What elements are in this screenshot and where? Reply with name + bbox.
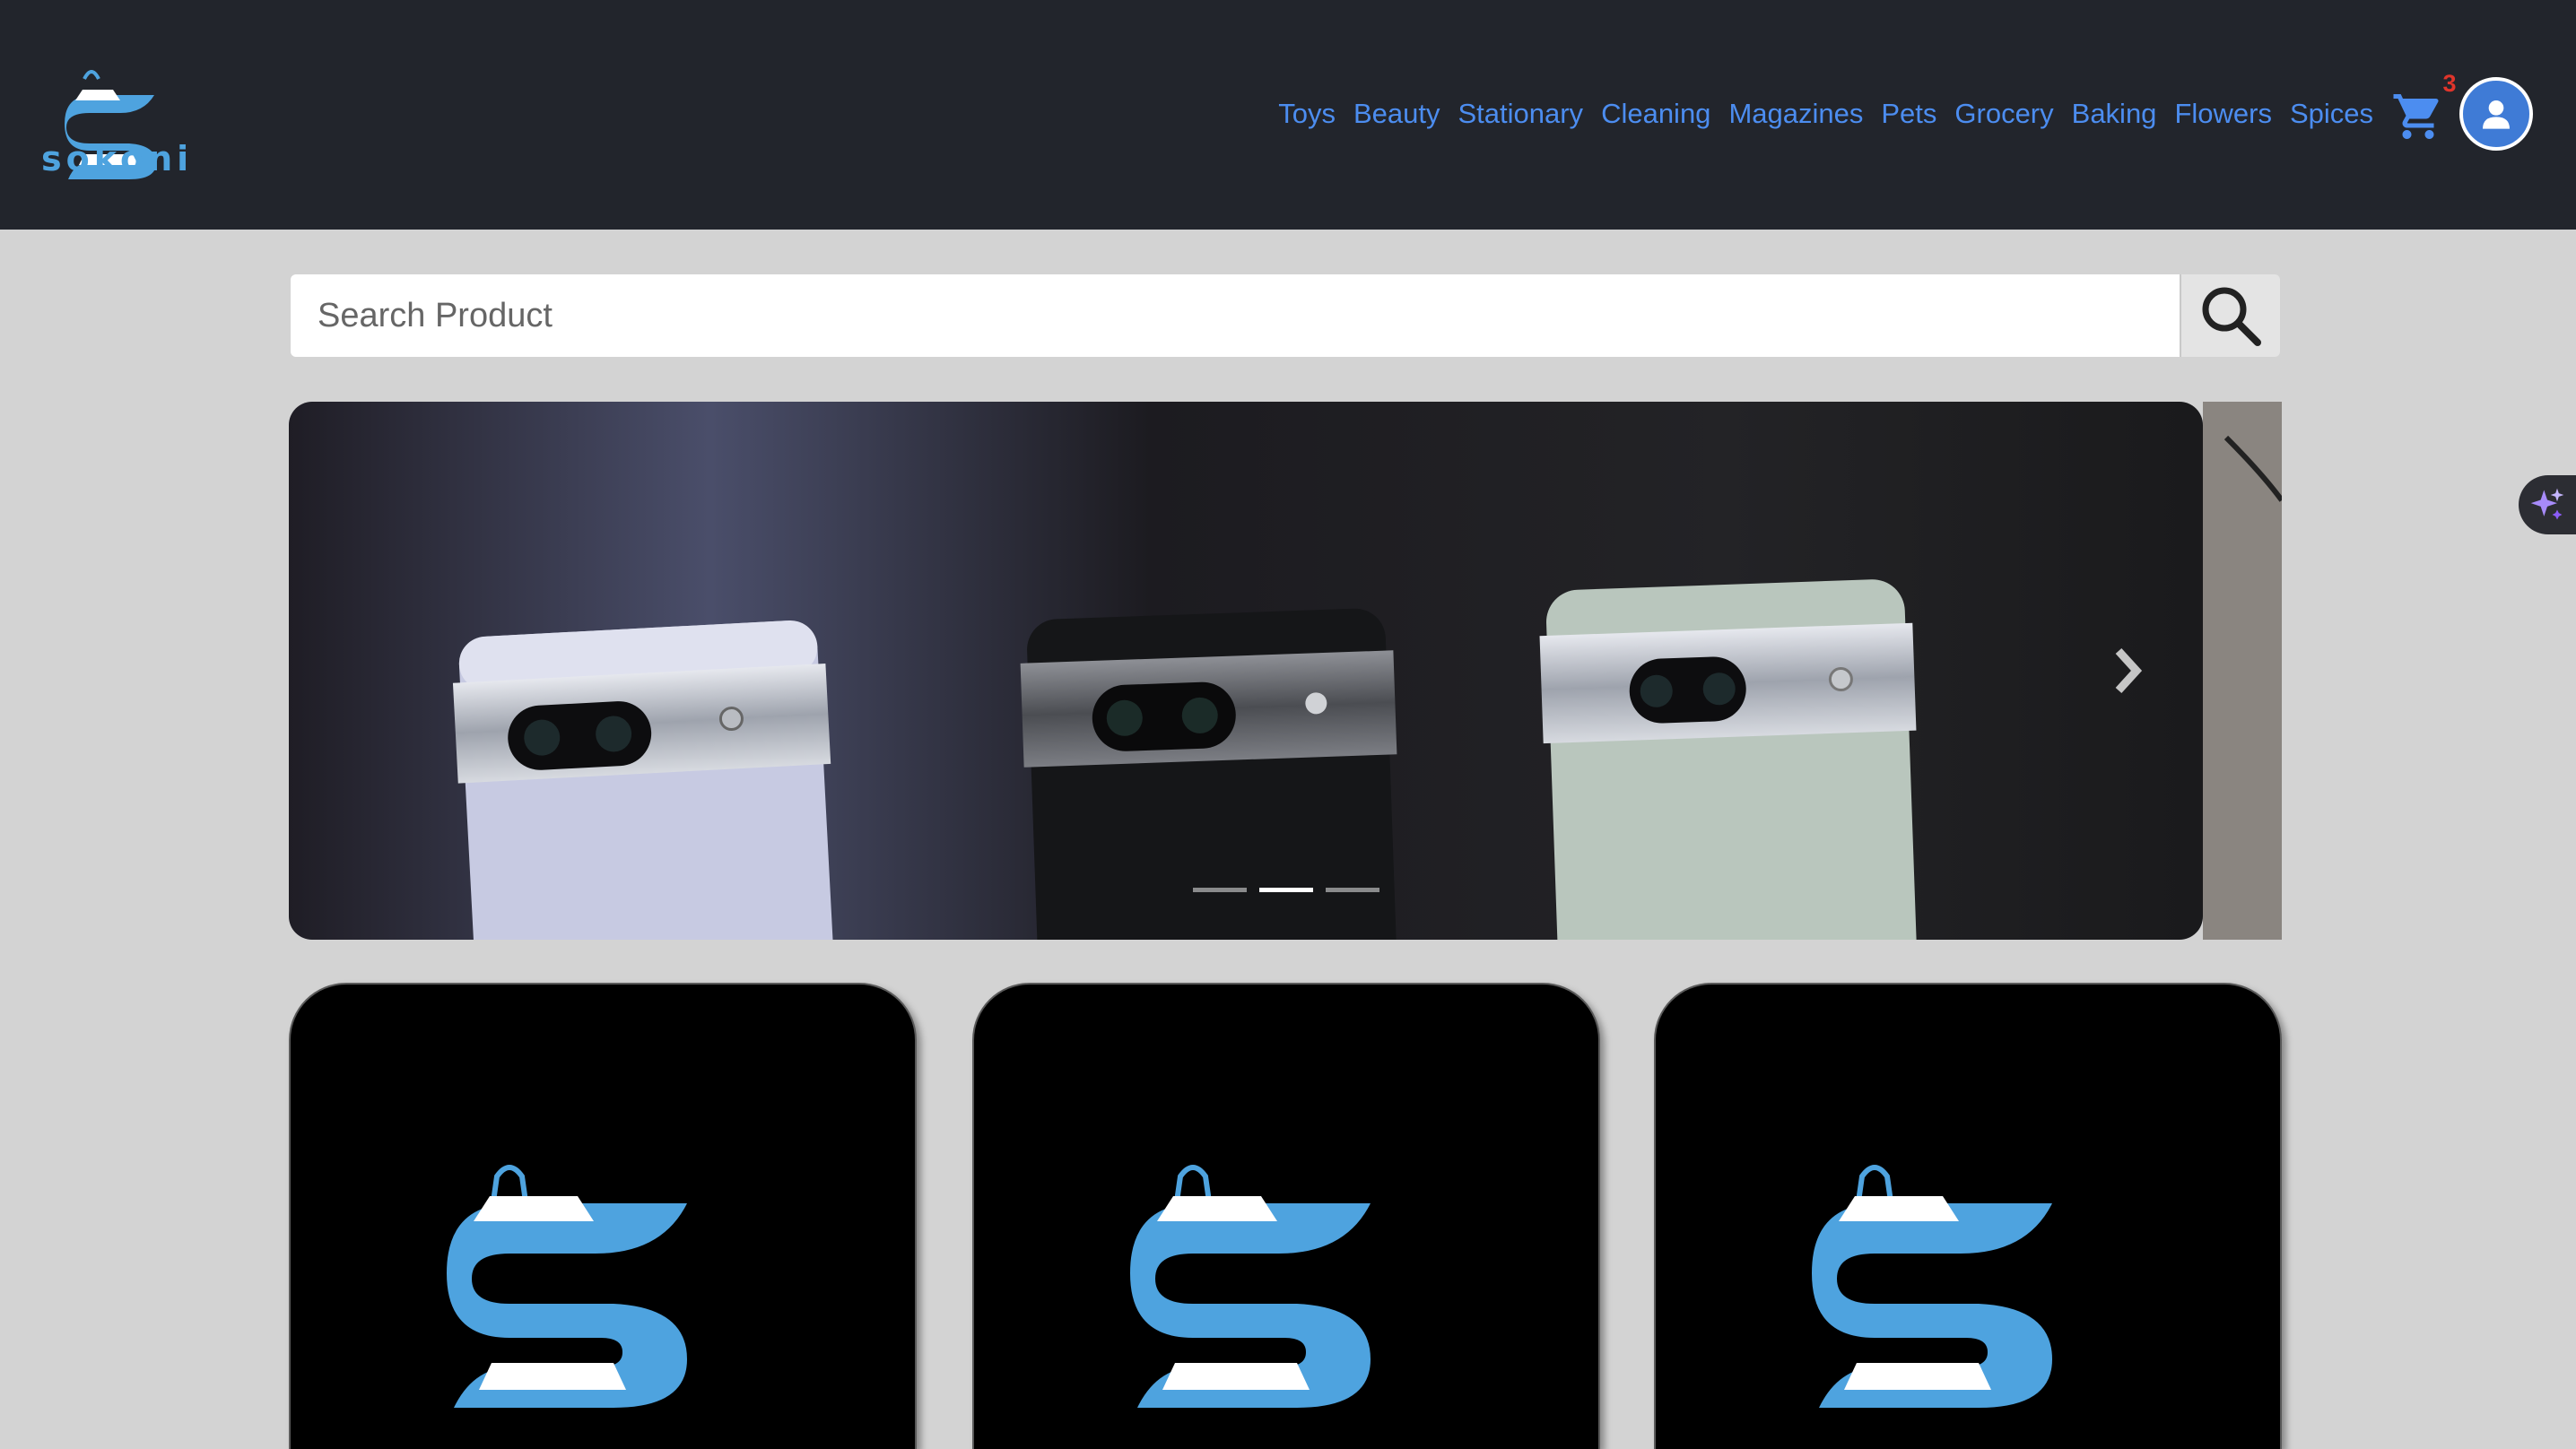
- cart-button[interactable]: [2389, 90, 2447, 143]
- nav-item-pets: Pets: [1881, 90, 1936, 138]
- nav-link-flowers[interactable]: Flowers: [2174, 98, 2272, 129]
- category-nav: Toys Beauty Stationary Cleaning Magazines Pet…: [1278, 90, 2373, 138]
- nav-item-grocery: Grocery: [1954, 90, 2053, 138]
- brand-name: sokoni: [41, 140, 193, 176]
- search-bar: [291, 274, 2280, 357]
- nav-link-pets[interactable]: Pets: [1881, 98, 1936, 129]
- nav-link-baking[interactable]: Baking: [2072, 98, 2157, 129]
- carousel-slide-image: [289, 402, 2282, 940]
- ai-assistant-tab[interactable]: [2519, 475, 2576, 534]
- nav-link-magazines[interactable]: Magazines: [1728, 98, 1863, 129]
- sokoni-logo-icon: [1812, 1165, 2052, 1408]
- nav-link-spices[interactable]: Spices: [2290, 98, 2373, 129]
- nav-link-toys[interactable]: Toys: [1278, 98, 1336, 129]
- hero-carousel: [289, 402, 2282, 940]
- nav-link-beauty[interactable]: Beauty: [1353, 98, 1440, 129]
- brand-logo[interactable]: sokoni: [39, 63, 201, 179]
- search-button[interactable]: [2180, 274, 2280, 357]
- carousel-indicator-1[interactable]: [1193, 888, 1247, 892]
- nav-item-beauty: Beauty: [1353, 90, 1440, 138]
- top-navbar: sokoni Toys Beauty Stationary Cleaning Magaz…: [0, 0, 2576, 230]
- carousel-indicator-3[interactable]: [1326, 888, 1379, 892]
- nav-item-cleaning: Cleaning: [1601, 90, 1710, 138]
- product-card[interactable]: [972, 983, 1600, 1449]
- sokoni-logo-icon: [447, 1165, 687, 1408]
- user-avatar-icon: [2483, 100, 2510, 129]
- carousel-prev-button[interactable]: [289, 608, 305, 733]
- chevron-right-icon: [2115, 647, 2143, 694]
- nav-item-magazines: Magazines: [1728, 90, 1863, 138]
- sparkles-icon: [2530, 488, 2564, 520]
- product-card[interactable]: [1654, 983, 2282, 1449]
- nav-item-stationary: Stationary: [1458, 90, 1583, 138]
- search-input[interactable]: [291, 274, 2180, 357]
- user-avatar-button[interactable]: [2459, 77, 2533, 151]
- carousel-next-button[interactable]: [2074, 608, 2181, 733]
- sokoni-logo-icon: [1130, 1165, 1371, 1408]
- nav-link-stationary[interactable]: Stationary: [1458, 98, 1583, 129]
- nav-item-spices: Spices: [2290, 90, 2373, 138]
- nav-link-grocery[interactable]: Grocery: [1954, 98, 2053, 129]
- carousel-indicators: [1193, 888, 1379, 892]
- nav-item-flowers: Flowers: [2174, 90, 2272, 138]
- cart-count-badge: 3: [2442, 70, 2457, 97]
- product-card[interactable]: [289, 983, 917, 1449]
- nav-item-baking: Baking: [2072, 90, 2157, 138]
- carousel-indicator-2[interactable]: [1259, 888, 1313, 892]
- shopping-cart-icon: [2393, 94, 2439, 139]
- nav-item-toys: Toys: [1278, 90, 1336, 138]
- search-icon: [2202, 287, 2261, 346]
- nav-link-cleaning[interactable]: Cleaning: [1601, 98, 1710, 129]
